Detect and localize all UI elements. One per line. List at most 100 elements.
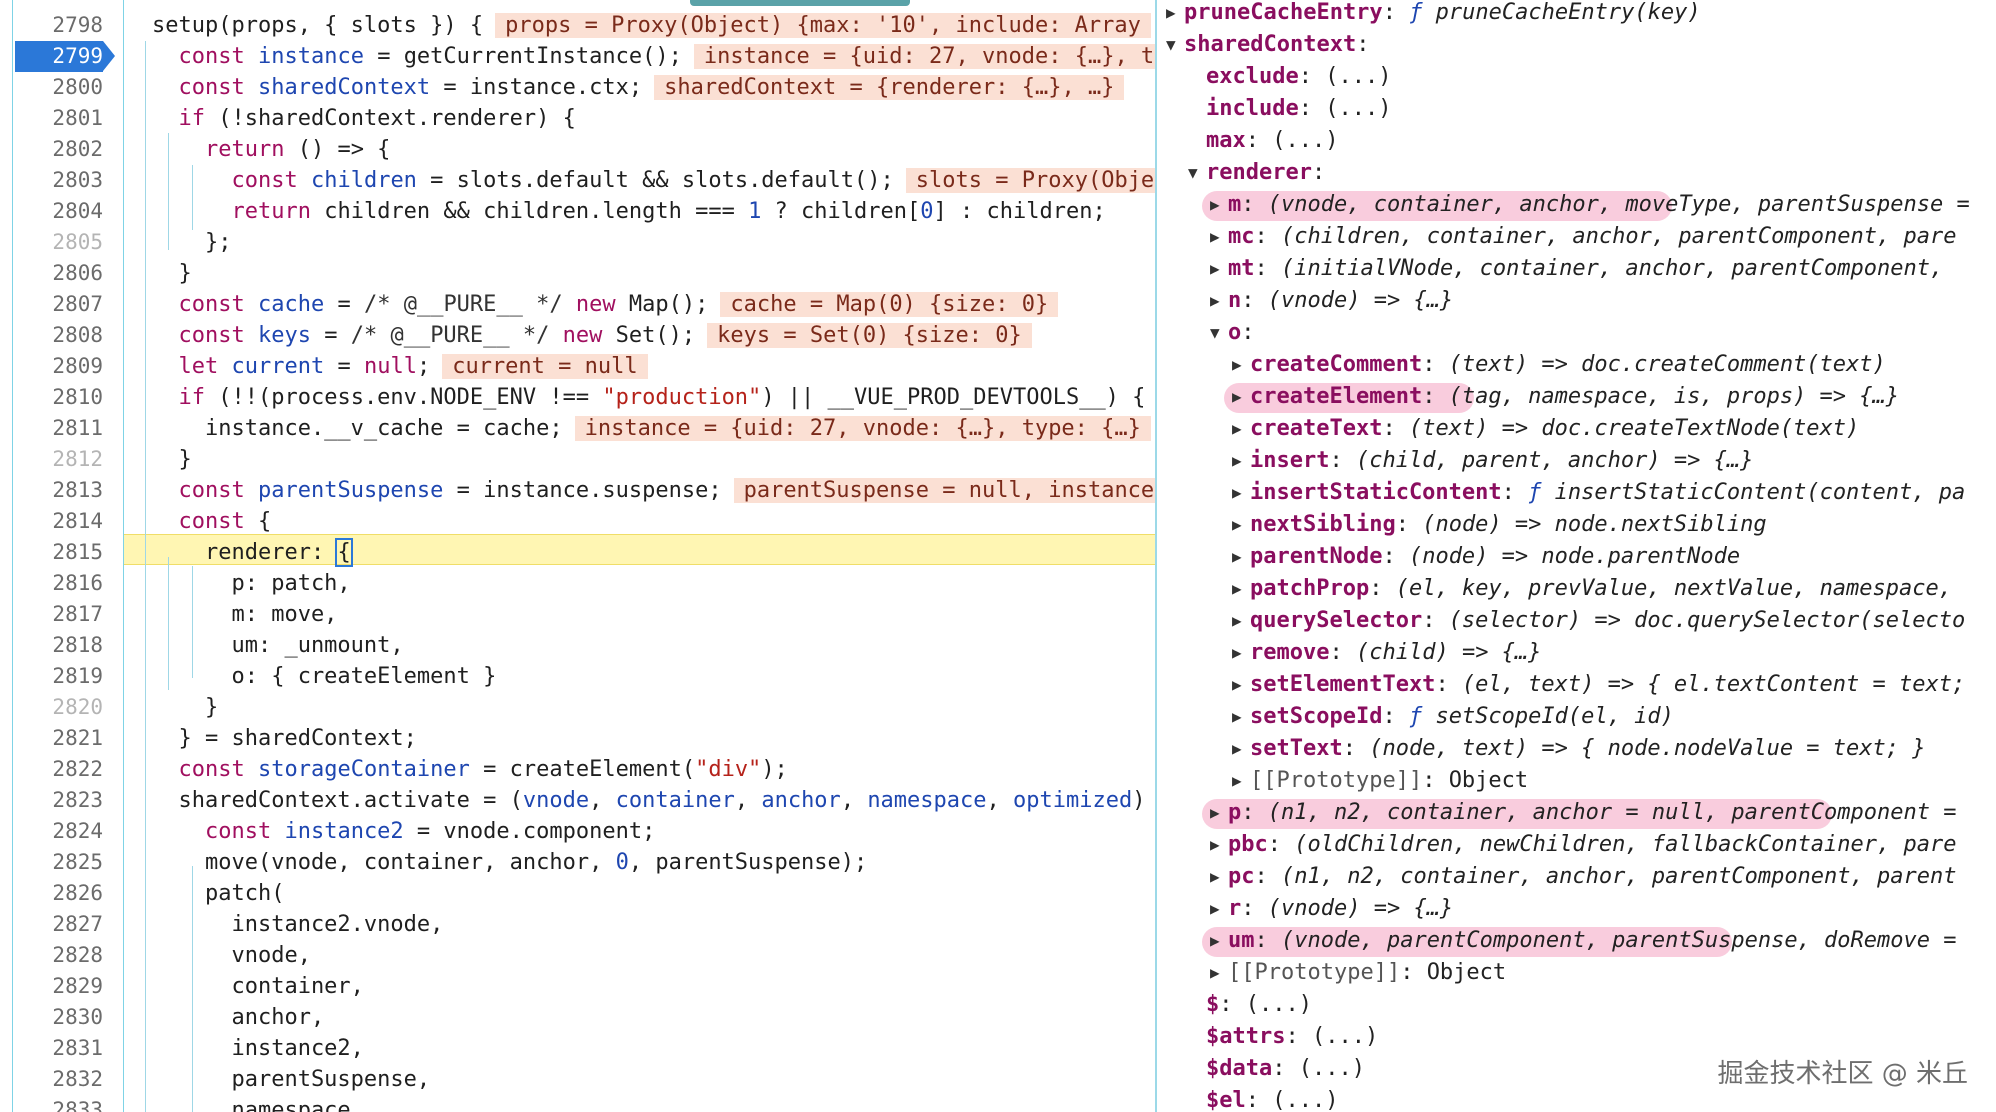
expand-triangle-icon[interactable]: ▶ [1232,509,1250,541]
scope-row-max[interactable]: max: (...) [1188,125,1338,157]
scope-row-r[interactable]: ▶ r: (vnode) => {…} [1210,893,1453,925]
line-number[interactable]: 2831 [13,1033,103,1064]
line-number[interactable]: 2802 [13,134,103,165]
line-number[interactable]: 2822 [13,754,103,785]
scope-row-exclude[interactable]: exclude: (...) [1188,61,1391,93]
expand-triangle-icon[interactable]: ▶ [1210,253,1228,285]
scope-row-$[interactable]: $: (...) [1188,989,1312,1021]
expand-triangle-icon[interactable]: ▶ [1166,0,1184,29]
line-number[interactable]: 2818 [13,630,103,661]
line-number[interactable]: 2830 [13,1002,103,1033]
line-number[interactable]: 2810 [13,382,103,413]
line-number[interactable]: 2800 [13,72,103,103]
scope-row-pbc[interactable]: ▶ pbc: (oldChildren, newChildren, fallbac… [1210,829,1957,861]
expand-triangle-icon[interactable]: ▶ [1210,925,1228,957]
scope-row-prototype[interactable]: ▶ [[Prototype]]: Object [1232,765,1528,797]
expand-triangle-icon[interactable]: ▶ [1232,701,1250,733]
line-number[interactable]: 2826 [13,878,103,909]
scope-row-setelementtext[interactable]: ▶ setElementText: (el, text) => { el.text… [1232,669,1965,701]
scope-row-settext[interactable]: ▶ setText: (node, text) => { node.nodeVal… [1232,733,1926,765]
scope-row-insert[interactable]: ▶ insert: (child, parent, anchor) => {…} [1232,445,1753,477]
collapse-triangle-icon[interactable]: ▼ [1166,29,1184,61]
expand-triangle-icon[interactable]: ▶ [1232,573,1250,605]
line-number[interactable]: 2823 [13,785,103,816]
scope-row-um[interactable]: ▶ um: (vnode, parentComponent, parentSusp… [1210,925,1957,957]
scope-row-pc[interactable]: ▶ pc: (n1, n2, container, anchor, parentC… [1210,861,1957,893]
line-number[interactable]: 2825 [13,847,103,878]
expand-triangle-icon[interactable]: ▶ [1210,221,1228,253]
scope-row-n[interactable]: ▶ n: (vnode) => {…} [1210,285,1453,317]
line-number[interactable]: 2833 [13,1095,103,1112]
expand-triangle-icon[interactable]: ▶ [1210,189,1228,221]
scope-row-$data[interactable]: $data: (...) [1188,1053,1365,1085]
scope-row-setscopeid[interactable]: ▶ setScopeId: ƒ setScopeId(el, id) [1232,701,1674,733]
expand-triangle-icon[interactable]: ▶ [1232,637,1250,669]
scope-row-prototype[interactable]: ▶ [[Prototype]]: Object [1210,957,1506,989]
line-number[interactable]: 2804 [13,196,103,227]
line-number[interactable]: 2806 [13,258,103,289]
line-number[interactable]: 2814 [13,506,103,537]
line-number[interactable]: 2801 [13,103,103,134]
scope-row-p[interactable]: ▶ p: (n1, n2, container, anchor = null, p… [1210,797,1957,829]
expand-triangle-icon[interactable]: ▶ [1210,893,1228,925]
scope-row-createcomment[interactable]: ▶ createComment: (text) => doc.createComm… [1232,349,1886,381]
line-number[interactable]: 2819 [13,661,103,692]
line-number[interactable]: 2809 [13,351,103,382]
breakpoint-line-number[interactable]: 2799 [15,41,115,72]
line-number[interactable]: 2798 [13,10,103,41]
scope-row-renderer[interactable]: ▼ renderer: [1188,157,1338,189]
scope-row-o[interactable]: ▼ o: [1210,317,1268,349]
expand-triangle-icon[interactable]: ▶ [1232,445,1250,477]
expand-triangle-icon[interactable]: ▶ [1210,829,1228,861]
expand-triangle-icon[interactable]: ▶ [1232,733,1250,765]
line-number[interactable]: 2821 [13,723,103,754]
collapse-triangle-icon[interactable]: ▼ [1188,157,1206,189]
scope-row-queryselector[interactable]: ▶ querySelector: (selector) => doc.queryS… [1232,605,1965,637]
scope-row-nextsibling[interactable]: ▶ nextSibling: (node) => node.nextSibling [1232,509,1767,541]
expand-triangle-icon[interactable]: ▶ [1232,765,1250,797]
scope-row-remove[interactable]: ▶ remove: (child) => {…} [1232,637,1541,669]
expand-triangle-icon[interactable]: ▶ [1210,861,1228,893]
line-number[interactable]: 2807 [13,289,103,320]
scope-row-createtext[interactable]: ▶ createText: (text) => doc.createTextNod… [1232,413,1859,445]
line-number[interactable]: 2828 [13,940,103,971]
scope-row-mt[interactable]: ▶ mt: (initialVNode, container, anchor, p… [1210,253,1957,285]
scope-row-mc[interactable]: ▶ mc: (children, container, anchor, paren… [1210,221,1957,253]
scope-row-sharedcontext[interactable]: ▼ sharedContext: [1166,29,1383,61]
line-number[interactable]: 2832 [13,1064,103,1095]
scope-variables-panel[interactable]: ▶ pruneCacheEntry: ƒ pruneCacheEntry(key)… [1158,0,1996,1112]
line-number[interactable]: 2816 [13,568,103,599]
expand-triangle-icon[interactable]: ▶ [1232,605,1250,637]
scope-row-insertstaticcontent[interactable]: ▶ insertStaticContent: ƒ insertStaticCont… [1232,477,1965,509]
line-number[interactable]: 2803 [13,165,103,196]
line-number[interactable]: 2817 [13,599,103,630]
expand-triangle-icon[interactable]: ▶ [1210,797,1228,829]
line-number[interactable]: 2811 [13,413,103,444]
line-number[interactable]: 2824 [13,816,103,847]
scope-row-include[interactable]: include: (...) [1188,93,1391,125]
scope-row-parentnode[interactable]: ▶ parentNode: (node) => node.parentNode [1232,541,1740,573]
expand-triangle-icon[interactable]: ▶ [1232,349,1250,381]
expand-triangle-icon[interactable]: ▶ [1210,957,1228,989]
scope-row-createelement[interactable]: ▶ createElement: (tag, namespace, is, pro… [1232,381,1899,413]
expand-triangle-icon[interactable]: ▶ [1210,285,1228,317]
scope-row-prunecacheentry[interactable]: ▶ pruneCacheEntry: ƒ pruneCacheEntry(key) [1166,0,1701,29]
scope-row-patchprop[interactable]: ▶ patchProp: (el, key, prevValue, nextVal… [1232,573,1965,605]
expand-triangle-icon[interactable]: ▶ [1232,541,1250,573]
expand-triangle-icon[interactable]: ▶ [1232,477,1250,509]
line-number[interactable]: 2815 [13,537,103,568]
collapse-triangle-icon[interactable]: ▼ [1210,317,1228,349]
panel-splitter[interactable] [1155,0,1157,1112]
line-number[interactable]: 2820 [13,692,103,723]
line-number[interactable]: 2827 [13,909,103,940]
line-number[interactable]: 2805 [13,227,103,258]
line-number[interactable]: 2812 [13,444,103,475]
line-number-gutter[interactable]: 2798 2799 2800 2801 2802 2803 2804 2805 2806 2807… [12,0,124,1112]
expand-triangle-icon[interactable]: ▶ [1232,413,1250,445]
line-number[interactable]: 2813 [13,475,103,506]
scope-row-$el[interactable]: $el: (...) [1188,1085,1338,1112]
expand-triangle-icon[interactable]: ▶ [1232,669,1250,701]
code-editor-panel[interactable]: 2798 2799 2800 2801 2802 2803 2804 2805 2806 2807… [0,0,1155,1112]
scope-row-m[interactable]: ▶ m: (vnode, container, anchor, moveType,… [1210,189,1970,221]
line-number[interactable]: 2829 [13,971,103,1002]
